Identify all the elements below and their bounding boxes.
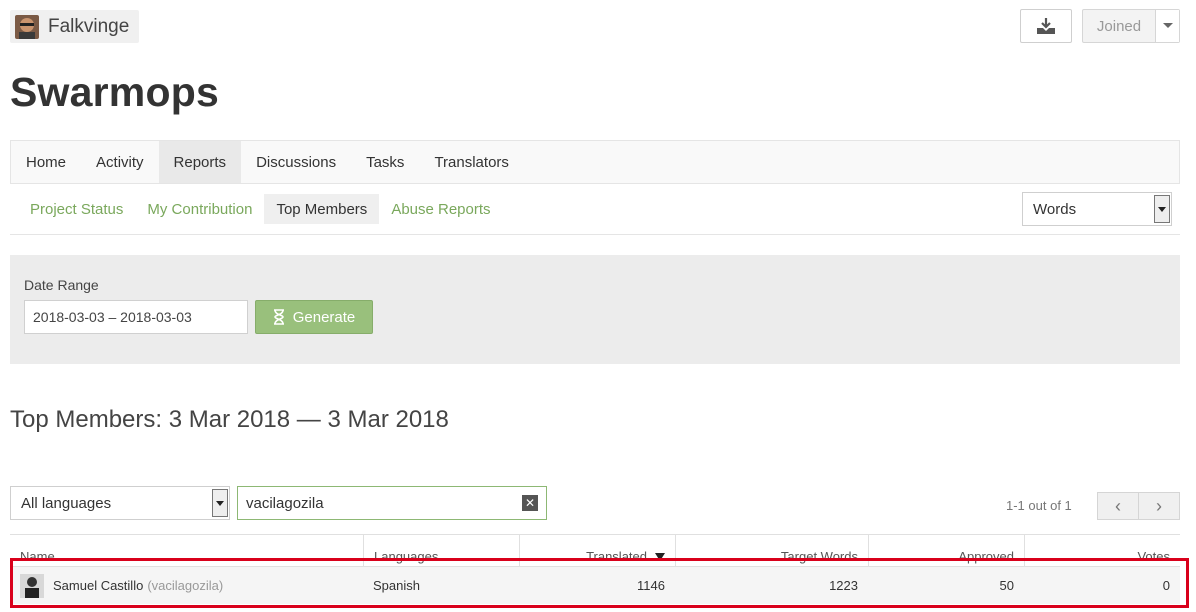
subtab-my-contribution[interactable]: My Contribution <box>135 194 264 224</box>
member-name[interactable]: Samuel Castillo <box>53 578 143 593</box>
subtab-project-status[interactable]: Project Status <box>18 194 135 224</box>
language-select[interactable]: All languages <box>10 486 230 520</box>
language-select-value: All languages <box>21 494 112 512</box>
top-members-table: Name Languages Translated Target Words A… <box>10 534 1180 604</box>
search-input[interactable] <box>238 487 522 519</box>
date-range-panel: Date Range 2018-03-03 – 2018-03-03 Gener… <box>10 255 1180 364</box>
tab-home[interactable]: Home <box>11 141 81 183</box>
chevron-left-icon: ‹ <box>1115 495 1121 516</box>
table-header: Name Languages Translated Target Words A… <box>10 534 1180 567</box>
date-range-label: Date Range <box>24 277 99 293</box>
prev-page-button[interactable]: ‹ <box>1098 493 1138 519</box>
chevron-down-icon <box>1154 195 1170 223</box>
download-icon <box>1037 18 1055 34</box>
clear-icon[interactable]: ✕ <box>522 495 538 511</box>
divider <box>10 234 1180 235</box>
col-translated[interactable]: Translated <box>519 535 675 566</box>
joined-label: Joined <box>1096 17 1142 35</box>
report-heading: Top Members: 3 Mar 2018 — 3 Mar 2018 <box>10 406 449 433</box>
chevron-down-icon <box>1162 23 1173 28</box>
main-nav: Home Activity Reports Discussions Tasks … <box>10 140 1180 184</box>
subtab-top-members[interactable]: Top Members <box>264 194 380 224</box>
tab-translators[interactable]: Translators <box>419 141 523 183</box>
search-field: ✕ <box>237 486 547 520</box>
tab-tasks[interactable]: Tasks <box>351 141 419 183</box>
date-range-input[interactable]: 2018-03-03 – 2018-03-03 <box>24 300 248 334</box>
pagination: ‹ › <box>1097 492 1180 520</box>
metric-select-value: Words <box>1033 200 1077 218</box>
member-approved: 50 <box>999 578 1014 593</box>
member-votes: 0 <box>1162 578 1170 593</box>
tab-discussions[interactable]: Discussions <box>241 141 351 183</box>
reports-subnav: Project Status My Contribution Top Membe… <box>18 194 503 224</box>
generate-button[interactable]: Generate <box>255 300 373 334</box>
member-languages: Spanish <box>373 578 420 593</box>
member-username: (vacilagozila) <box>147 578 224 593</box>
member-avatar <box>20 573 44 598</box>
project-title: Swarmops <box>10 69 219 115</box>
download-button[interactable] <box>1020 9 1072 43</box>
owner-avatar <box>15 14 39 39</box>
member-target-words: 1223 <box>829 578 858 593</box>
col-target-words[interactable]: Target Words <box>675 535 868 566</box>
owner-badge[interactable]: Falkvinge <box>10 10 140 43</box>
generate-label: Generate <box>292 308 356 326</box>
chevron-right-icon: › <box>1156 495 1162 516</box>
chevron-down-icon <box>212 489 228 517</box>
tab-reports[interactable]: Reports <box>158 141 242 183</box>
member-translated: 1146 <box>637 578 665 593</box>
hourglass-icon <box>273 309 284 325</box>
member-cell: Samuel Castillo (vacilagozila) <box>10 567 363 604</box>
owner-name: Falkvinge <box>48 15 130 37</box>
joined-button[interactable]: Joined <box>1082 9 1180 43</box>
joined-dropdown-toggle[interactable] <box>1155 10 1179 42</box>
tab-activity[interactable]: Activity <box>81 141 159 183</box>
table-row[interactable]: Samuel Castillo (vacilagozila) Spanish 1… <box>10 567 1180 604</box>
col-votes[interactable]: Votes <box>1024 535 1180 566</box>
col-languages[interactable]: Languages <box>363 535 519 566</box>
subtab-abuse-reports[interactable]: Abuse Reports <box>379 194 502 224</box>
pagination-text: 1-1 out of 1 <box>1006 498 1072 513</box>
next-page-button[interactable]: › <box>1138 493 1179 519</box>
col-name[interactable]: Name <box>10 535 363 566</box>
col-approved[interactable]: Approved <box>868 535 1024 566</box>
col-translated-label: Translated <box>586 549 647 564</box>
metric-select[interactable]: Words <box>1022 192 1172 226</box>
sort-desc-icon <box>655 553 665 561</box>
